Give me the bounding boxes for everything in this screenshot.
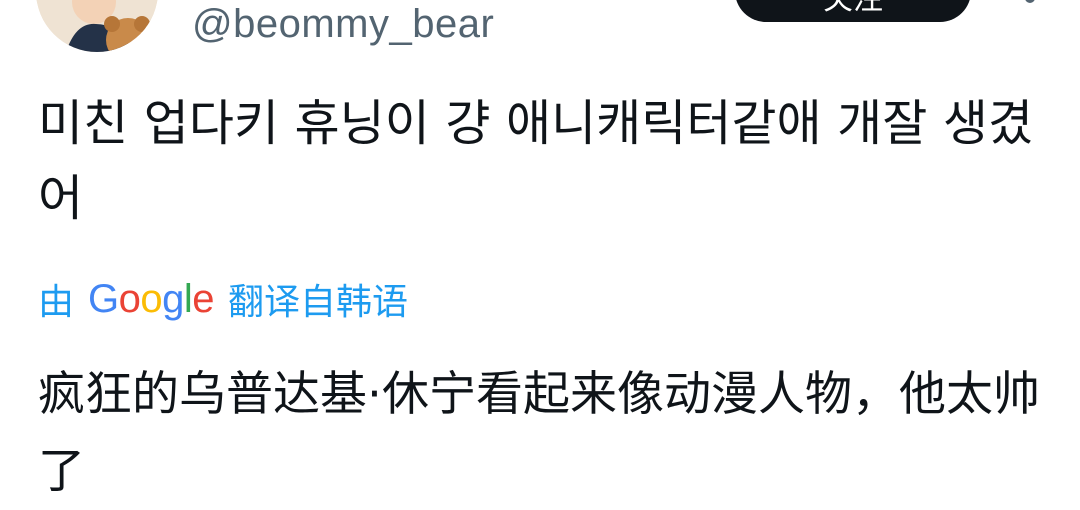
- user-handle[interactable]: @beommy_bear: [192, 2, 494, 47]
- translate-attribution[interactable]: 由 Google 翻译自韩语: [38, 272, 408, 326]
- more-options-icon[interactable]: [1010, 0, 1050, 10]
- google-logo-letter: g: [162, 276, 184, 321]
- google-logo: Google: [88, 276, 215, 322]
- translate-source-language: 翻译自韩语: [228, 282, 409, 323]
- tweet-text: 미친 업다키 휴닝이 걍 애니캐릭터같애 개잘 생겼어: [38, 95, 1034, 227]
- translated-tweet-text: 疯狂的乌普达基·休宁看起来像动漫人物，他太帅了: [38, 367, 1040, 499]
- google-logo-letter: o: [140, 276, 163, 321]
- google-logo-letter: o: [118, 276, 141, 321]
- follow-button[interactable]: 关注: [735, 0, 971, 22]
- google-logo-letter: l: [183, 276, 193, 321]
- translate-prefix: 由: [38, 282, 75, 323]
- google-logo-letter: e: [192, 276, 215, 321]
- google-logo-letter: G: [88, 276, 119, 321]
- avatar[interactable]: [36, 0, 158, 52]
